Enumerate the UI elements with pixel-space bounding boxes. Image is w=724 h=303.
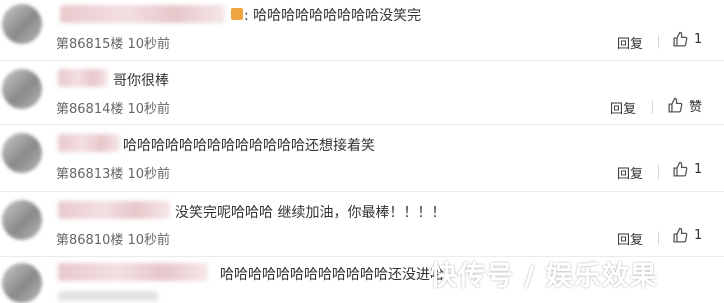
username-blurred[interactable] bbox=[58, 263, 208, 281]
username-blurred[interactable] bbox=[58, 69, 108, 87]
like-button[interactable]: 1 bbox=[672, 31, 702, 48]
avatar[interactable] bbox=[2, 69, 42, 109]
like-button[interactable]: 赞 bbox=[667, 96, 702, 115]
thumbs-up-icon bbox=[673, 227, 688, 243]
divider-vertical bbox=[658, 165, 659, 179]
divider-vertical bbox=[658, 231, 659, 245]
reply-button[interactable]: 回复 bbox=[610, 98, 636, 117]
comment-text: 没笑完呢哈哈哈 继续加油，你最棒！！！！ bbox=[175, 205, 446, 221]
username-blurred[interactable] bbox=[60, 5, 225, 23]
like-button[interactable]: 1 bbox=[672, 227, 702, 244]
reply-button[interactable]: 回复 bbox=[617, 163, 643, 182]
meta-blurred bbox=[58, 291, 158, 301]
like-count: 1 bbox=[694, 228, 703, 243]
comment-item: 哈哈哈哈哈哈哈哈哈哈哈哈哈还想接着笑 第86813楼 10秒前 回复 1 bbox=[0, 125, 724, 185]
comment-item: 哥你很棒 第86814楼 10秒前 回复 赞 bbox=[0, 61, 724, 121]
comment-text: 哈哈哈哈哈哈哈哈哈哈哈哈哈还想接着笑 bbox=[123, 138, 375, 154]
thumbs-up-icon bbox=[668, 97, 683, 113]
comment-item: 没笑完呢哈哈哈 继续加油，你最棒！！！！ 第86810楼 10秒前 回复 1 bbox=[0, 192, 724, 252]
comment-meta: 第86814楼 10秒前 bbox=[56, 102, 171, 117]
avatar[interactable] bbox=[2, 263, 42, 303]
thumbs-up-icon bbox=[673, 31, 688, 47]
avatar[interactable] bbox=[2, 200, 42, 240]
comment-item: : 哈哈哈哈哈哈哈哈哈没笑完 第86815楼 10秒前 回复 1 bbox=[0, 0, 724, 60]
reply-button[interactable]: 回复 bbox=[617, 229, 643, 248]
comment-meta: 第86813楼 10秒前 bbox=[56, 167, 171, 182]
divider-vertical bbox=[652, 100, 653, 114]
reply-button[interactable]: 回复 bbox=[617, 33, 643, 52]
like-button[interactable]: 1 bbox=[672, 161, 702, 178]
comment-text: 哥你很棒 bbox=[113, 73, 169, 89]
like-label: 赞 bbox=[689, 100, 703, 115]
watermark: 快传号 / 娱乐效果 bbox=[430, 261, 658, 292]
username-blurred[interactable] bbox=[58, 134, 120, 152]
comment-text: 哈哈哈哈哈哈哈哈哈哈哈哈还没进哈 bbox=[220, 267, 444, 283]
thumbs-up-icon bbox=[673, 161, 688, 177]
like-count: 1 bbox=[694, 32, 703, 47]
comment-text: : 哈哈哈哈哈哈哈哈哈没笑完 bbox=[244, 8, 422, 24]
username-blurred[interactable] bbox=[58, 201, 170, 219]
avatar[interactable] bbox=[2, 4, 42, 44]
like-count: 1 bbox=[694, 162, 703, 177]
avatar[interactable] bbox=[2, 133, 42, 173]
vip-badge-icon bbox=[231, 8, 243, 20]
comment-meta: 第86815楼 10秒前 bbox=[56, 37, 171, 52]
comment-meta: 第86810楼 10秒前 bbox=[56, 233, 171, 248]
divider-vertical bbox=[658, 35, 659, 49]
